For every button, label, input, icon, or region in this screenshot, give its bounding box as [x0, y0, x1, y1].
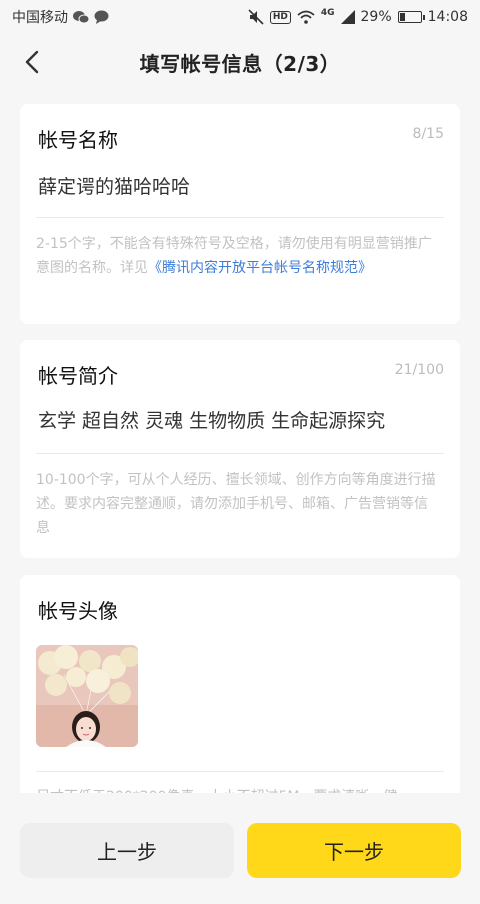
- account-intro-hint: 10-100个字，可从个人经历、擅长领域、创作方向等角度进行描述。要求内容完整通…: [36, 472, 436, 536]
- account-name-card: 帐号名称 8/15 薛定谔的猫哈哈哈 2-15个字，不能含有特殊符号及空格，请勿…: [20, 104, 460, 324]
- divider: [36, 453, 444, 454]
- network-type-label: 4G: [320, 8, 335, 18]
- signal-icon: [340, 10, 355, 24]
- account-name-label: 帐号名称: [38, 128, 118, 152]
- mute-icon: [248, 9, 264, 25]
- account-name-input[interactable]: 薛定谔的猫哈哈哈: [38, 172, 190, 199]
- account-avatar-label: 帐号头像: [38, 599, 118, 623]
- back-button[interactable]: [20, 49, 46, 75]
- message-icon: [94, 10, 109, 24]
- battery-icon: [397, 11, 425, 23]
- account-intro-card: 帐号简介 21/100 玄学 超自然 灵魂 生物物质 生命起源探究 10-100…: [20, 340, 460, 558]
- naming-rules-link[interactable]: 《腾讯内容开放平台帐号名称规范》: [148, 260, 372, 276]
- status-bar: 中国移动 HD 4G 29% 14:08: [0, 0, 480, 34]
- account-intro-label: 帐号简介: [38, 364, 118, 388]
- page-title: 填写帐号信息（2/3）: [139, 51, 341, 76]
- wechat-icon: [73, 10, 89, 24]
- clock: 14:08: [427, 9, 468, 25]
- hd-badge: HD: [269, 10, 291, 24]
- account-name-hint: 2-15个字，不能含有特殊符号及空格，请勿使用有明显营销推广意图的名称。详见《腾…: [36, 232, 440, 280]
- account-intro-counter: 21/100: [394, 362, 444, 378]
- carrier-label: 中国移动: [12, 10, 68, 26]
- divider: [36, 217, 444, 218]
- next-step-button[interactable]: 下一步: [247, 823, 461, 878]
- battery-fill: [399, 13, 406, 21]
- wifi-icon: [297, 10, 315, 24]
- divider: [36, 771, 444, 772]
- account-name-counter: 8/15: [412, 126, 444, 142]
- prev-step-button[interactable]: 上一步: [20, 823, 234, 878]
- bottom-action-bar: 上一步 下一步: [0, 793, 480, 904]
- header: 填写帐号信息（2/3）: [0, 34, 480, 90]
- avatar-picture: [36, 645, 138, 747]
- chevron-left-icon: [25, 50, 39, 74]
- account-intro-input[interactable]: 玄学 超自然 灵魂 生物物质 生命起源探究: [38, 406, 385, 433]
- avatar-image[interactable]: [36, 645, 138, 747]
- account-avatar-card: 帐号头像 尺寸不低于200*200像素，大小不超过5M，要求清晰、健: [20, 575, 460, 815]
- battery-percent: 29%: [360, 9, 392, 25]
